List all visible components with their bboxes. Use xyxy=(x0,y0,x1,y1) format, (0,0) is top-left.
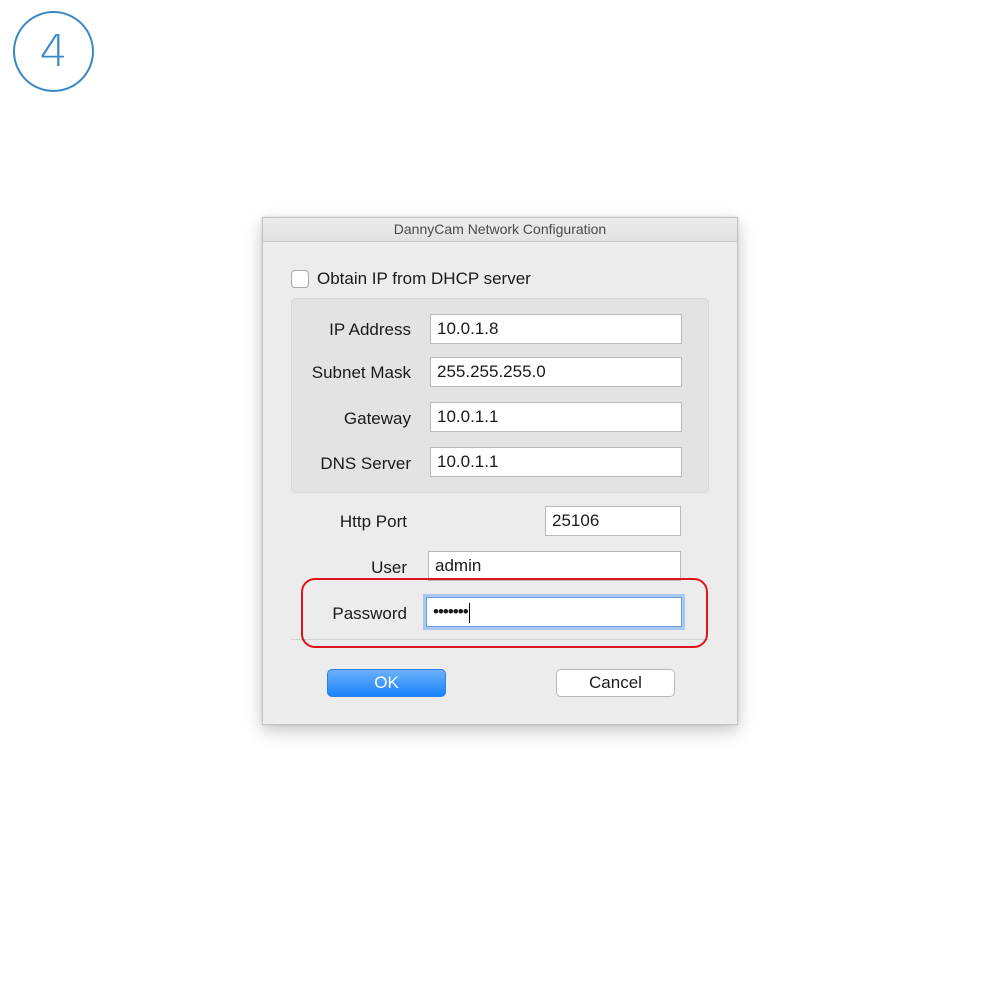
gateway-field[interactable]: 10.0.1.1 xyxy=(430,402,682,432)
dhcp-checkbox-label[interactable]: Obtain IP from DHCP server xyxy=(317,269,531,289)
gateway-label: Gateway xyxy=(343,409,411,428)
step-number-badge: 4 xyxy=(13,11,94,92)
dns-server-label: DNS Server xyxy=(320,454,411,473)
user-label: User xyxy=(371,558,407,577)
ok-button[interactable]: OK xyxy=(327,669,446,697)
network-config-dialog: DannyCam Network Configuration Obtain IP… xyxy=(262,217,738,725)
page: 4 DannyCam Network Configuration Obtain … xyxy=(0,0,1000,1000)
password-label: Password xyxy=(332,604,407,623)
cancel-button[interactable]: Cancel xyxy=(556,669,675,697)
subnet-mask-label: Subnet Mask xyxy=(311,363,411,382)
password-masked-value: ••••••• xyxy=(433,602,469,621)
http-port-label: Http Port xyxy=(339,512,407,531)
dialog-title: DannyCam Network Configuration xyxy=(263,218,737,242)
divider xyxy=(291,639,709,640)
ip-address-label: IP Address xyxy=(329,320,411,339)
text-cursor xyxy=(468,602,470,623)
dhcp-option[interactable]: Obtain IP from DHCP server xyxy=(291,269,531,289)
http-port-field[interactable]: 25106 xyxy=(545,506,681,536)
password-field[interactable]: ••••••• xyxy=(426,597,682,627)
subnet-mask-field[interactable]: 255.255.255.0 xyxy=(430,357,682,387)
ip-address-field[interactable]: 10.0.1.8 xyxy=(430,314,682,344)
user-field[interactable]: admin xyxy=(428,551,681,581)
dns-server-field[interactable]: 10.0.1.1 xyxy=(430,447,682,477)
dhcp-checkbox[interactable] xyxy=(291,270,309,288)
